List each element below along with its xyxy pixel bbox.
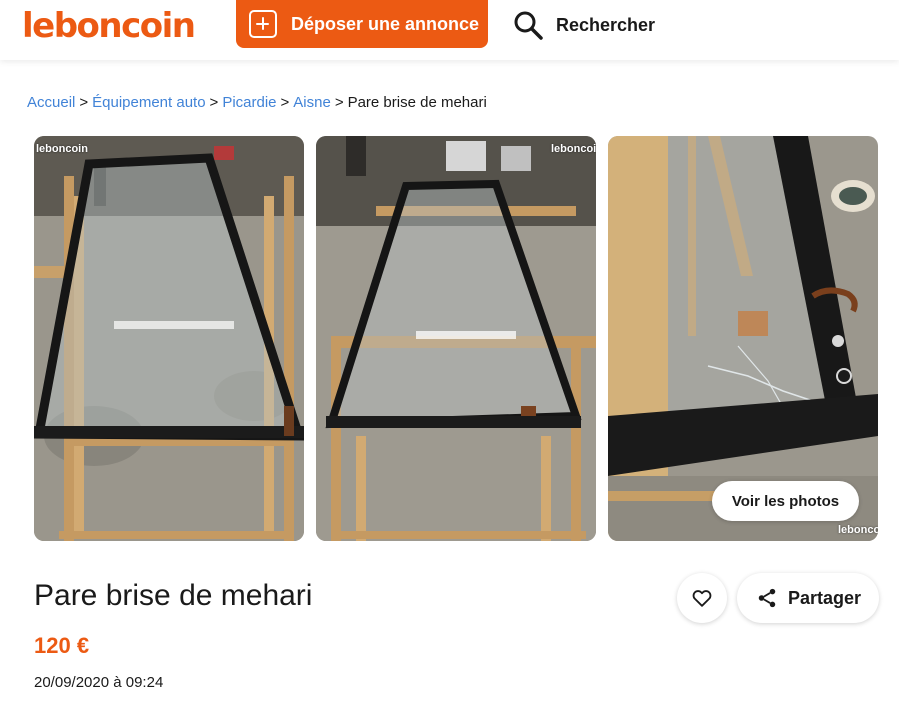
listing-photo-1[interactable]: leboncoin	[34, 136, 304, 541]
top-header: leboncoin Déposer une annonce Rechercher	[0, 0, 899, 60]
breadcrumb-link-home[interactable]: Accueil	[27, 94, 75, 111]
breadcrumb-current: Pare brise de mehari	[347, 94, 487, 111]
post-ad-button[interactable]: Déposer une annonce	[236, 0, 488, 48]
favorite-button[interactable]	[677, 573, 727, 623]
breadcrumb: Accueil > Équipement auto > Picardie > Aisne > P…	[27, 94, 487, 111]
leboncoin-logo[interactable]: leboncoin	[22, 6, 196, 46]
share-icon	[758, 588, 776, 608]
watermark: leboncoin	[551, 143, 596, 155]
windshield-photo-image	[34, 136, 304, 541]
search-button[interactable]: Rechercher	[512, 8, 655, 42]
breadcrumb-link-region[interactable]: Picardie	[222, 94, 276, 111]
share-label: Partager	[788, 587, 862, 608]
breadcrumb-separator: >	[334, 94, 344, 111]
watermark: leboncoin	[838, 524, 878, 536]
post-ad-label: Déposer une annonce	[291, 13, 480, 34]
search-icon	[514, 11, 543, 40]
search-label: Rechercher	[556, 14, 656, 35]
share-button[interactable]: Partager	[737, 573, 879, 623]
heart-icon	[692, 590, 712, 607]
plus-square-icon	[249, 10, 277, 38]
see-photos-button[interactable]: Voir les photos	[712, 481, 859, 521]
listing-date: 20/09/2020 à 09:24	[34, 674, 164, 691]
breadcrumb-separator: >	[209, 94, 219, 111]
listing-photo-2[interactable]: leboncoin	[316, 136, 596, 541]
breadcrumb-link-department[interactable]: Aisne	[293, 94, 331, 111]
listing-price: 120 €	[34, 633, 90, 658]
windshield-photo-image	[316, 136, 596, 541]
listing-title: Pare brise de mehari	[34, 579, 313, 612]
breadcrumb-link-category[interactable]: Équipement auto	[92, 94, 205, 111]
watermark: leboncoin	[36, 143, 88, 155]
breadcrumb-separator: >	[280, 94, 290, 111]
breadcrumb-separator: >	[79, 94, 89, 111]
